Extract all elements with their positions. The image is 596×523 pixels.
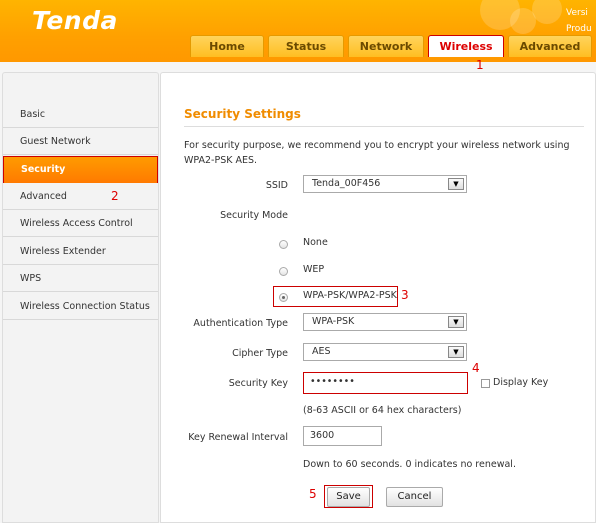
sidebar-item-guest-network[interactable]: Guest Network <box>3 128 158 155</box>
security-key-input[interactable]: •••••••• <box>303 372 468 394</box>
sidebar: Basic Guest Network Security Advanced Wi… <box>2 72 159 523</box>
display-key-label: Display Key <box>493 377 549 388</box>
radio-none[interactable] <box>279 240 288 249</box>
sidebar-item-wps[interactable]: WPS <box>3 265 158 292</box>
sidebar-item-wireless-extender[interactable]: Wireless Extender <box>3 238 158 265</box>
display-key-checkbox[interactable] <box>481 379 490 388</box>
ssid-label: SSID <box>265 180 288 191</box>
sidebar-item-basic[interactable]: Basic <box>3 101 158 128</box>
tab-network[interactable]: Network <box>348 35 424 57</box>
tab-status[interactable]: Status <box>268 35 344 57</box>
save-button[interactable]: Save <box>327 487 370 507</box>
title-divider <box>184 126 584 127</box>
annotation-4: 4 <box>472 361 480 375</box>
dropdown-arrow-icon: ▼ <box>448 178 464 190</box>
sidebar-item-security[interactable]: Security <box>3 156 158 184</box>
page-title: Security Settings <box>184 107 301 121</box>
ssid-value: Tenda_00F456 <box>312 178 381 189</box>
key-renewal-label: Key Renewal Interval <box>188 432 288 443</box>
tab-wireless[interactable]: Wireless <box>428 35 504 57</box>
auth-type-select[interactable]: WPA-PSK ▼ <box>303 313 467 331</box>
security-key-label: Security Key <box>228 378 288 389</box>
radio-wep[interactable] <box>279 267 288 276</box>
radio-wpa-psk-label: WPA-PSK/WPA2-PSK <box>303 290 397 301</box>
cipher-type-value: AES <box>312 346 331 357</box>
tenda-logo: Tenda <box>32 6 118 35</box>
ssid-select[interactable]: Tenda_00F456 ▼ <box>303 175 467 193</box>
cipher-type-select[interactable]: AES ▼ <box>303 343 467 361</box>
auth-type-label: Authentication Type <box>193 318 288 329</box>
security-mode-label: Security Mode <box>220 210 288 221</box>
annotation-3: 3 <box>401 288 409 302</box>
cipher-type-label: Cipher Type <box>232 348 288 359</box>
annotation-1: 1 <box>476 58 484 72</box>
key-hint-text: (8-63 ASCII or 64 hex characters) <box>303 405 462 416</box>
annotation-5: 5 <box>309 487 317 501</box>
intro-text: For security purpose, we recommend you t… <box>184 140 570 166</box>
tab-home[interactable]: Home <box>190 35 264 57</box>
sidebar-item-wireless-connection-status[interactable]: Wireless Connection Status <box>3 293 158 320</box>
renewal-hint-text: Down to 60 seconds. 0 indicates no renew… <box>303 459 516 470</box>
radio-wep-label: WEP <box>303 264 325 275</box>
auth-type-value: WPA-PSK <box>312 316 355 327</box>
version-info: Versi Produ <box>566 5 592 37</box>
dropdown-arrow-icon: ▼ <box>448 316 464 328</box>
key-renewal-input[interactable]: 3600 <box>303 426 382 446</box>
sidebar-item-advanced[interactable]: Advanced <box>3 183 158 210</box>
radio-wpa-psk[interactable] <box>279 293 288 302</box>
version-line: Versi <box>566 8 588 18</box>
dropdown-arrow-icon: ▼ <box>448 346 464 358</box>
cancel-button[interactable]: Cancel <box>386 487 443 507</box>
annotation-2: 2 <box>111 189 119 203</box>
tab-advanced[interactable]: Advanced <box>508 35 592 57</box>
radio-none-label: None <box>303 237 328 248</box>
sidebar-item-wireless-access-control[interactable]: Wireless Access Control <box>3 210 158 237</box>
